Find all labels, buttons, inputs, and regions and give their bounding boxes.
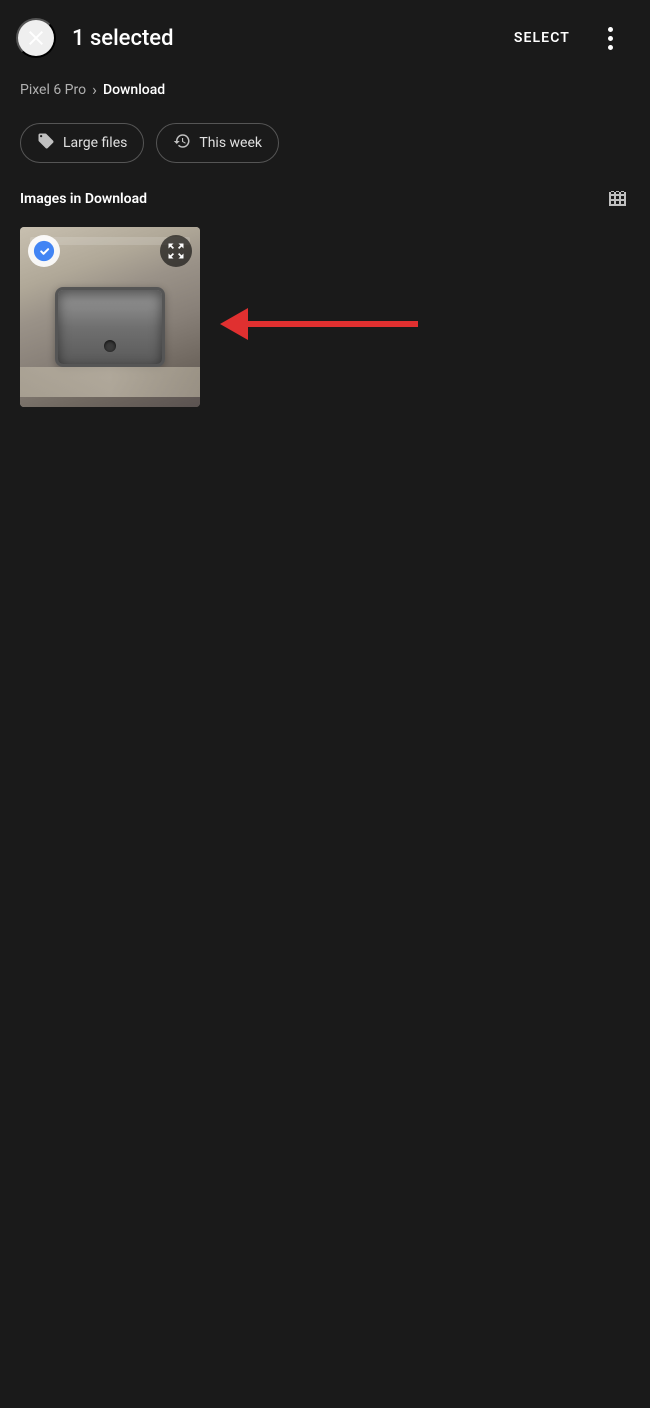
breadcrumb-current: Download (103, 82, 165, 98)
app-header: 1 selected SELECT (0, 0, 650, 76)
header-right: SELECT (502, 18, 630, 58)
large-files-filter[interactable]: Large files (20, 123, 144, 163)
large-files-label: Large files (63, 135, 127, 151)
header-left: 1 selected (16, 18, 173, 58)
arrow-head (220, 308, 248, 340)
history-icon (173, 132, 191, 154)
more-options-button[interactable] (590, 18, 630, 58)
breadcrumb-separator: › (92, 80, 97, 99)
breadcrumb-parent[interactable]: Pixel 6 Pro (20, 82, 86, 98)
arrow-shaft (248, 321, 418, 327)
tag-icon (37, 132, 55, 154)
arrow-annotation (220, 308, 418, 340)
close-button[interactable] (16, 18, 56, 58)
select-button[interactable]: SELECT (502, 22, 582, 54)
image-select-check[interactable] (28, 235, 60, 267)
filter-row: Large files This week (0, 115, 650, 179)
this-week-filter[interactable]: This week (156, 123, 279, 163)
breadcrumb: Pixel 6 Pro › Download (0, 76, 650, 115)
image-item[interactable] (20, 227, 200, 407)
this-week-label: This week (199, 135, 262, 151)
image-expand-button[interactable] (160, 235, 192, 267)
section-header: Images in Download (0, 179, 650, 223)
selection-count: 1 selected (72, 26, 173, 51)
images-grid (0, 223, 650, 411)
section-title: Images in Download (20, 191, 147, 207)
grid-toggle-button[interactable] (606, 187, 630, 211)
